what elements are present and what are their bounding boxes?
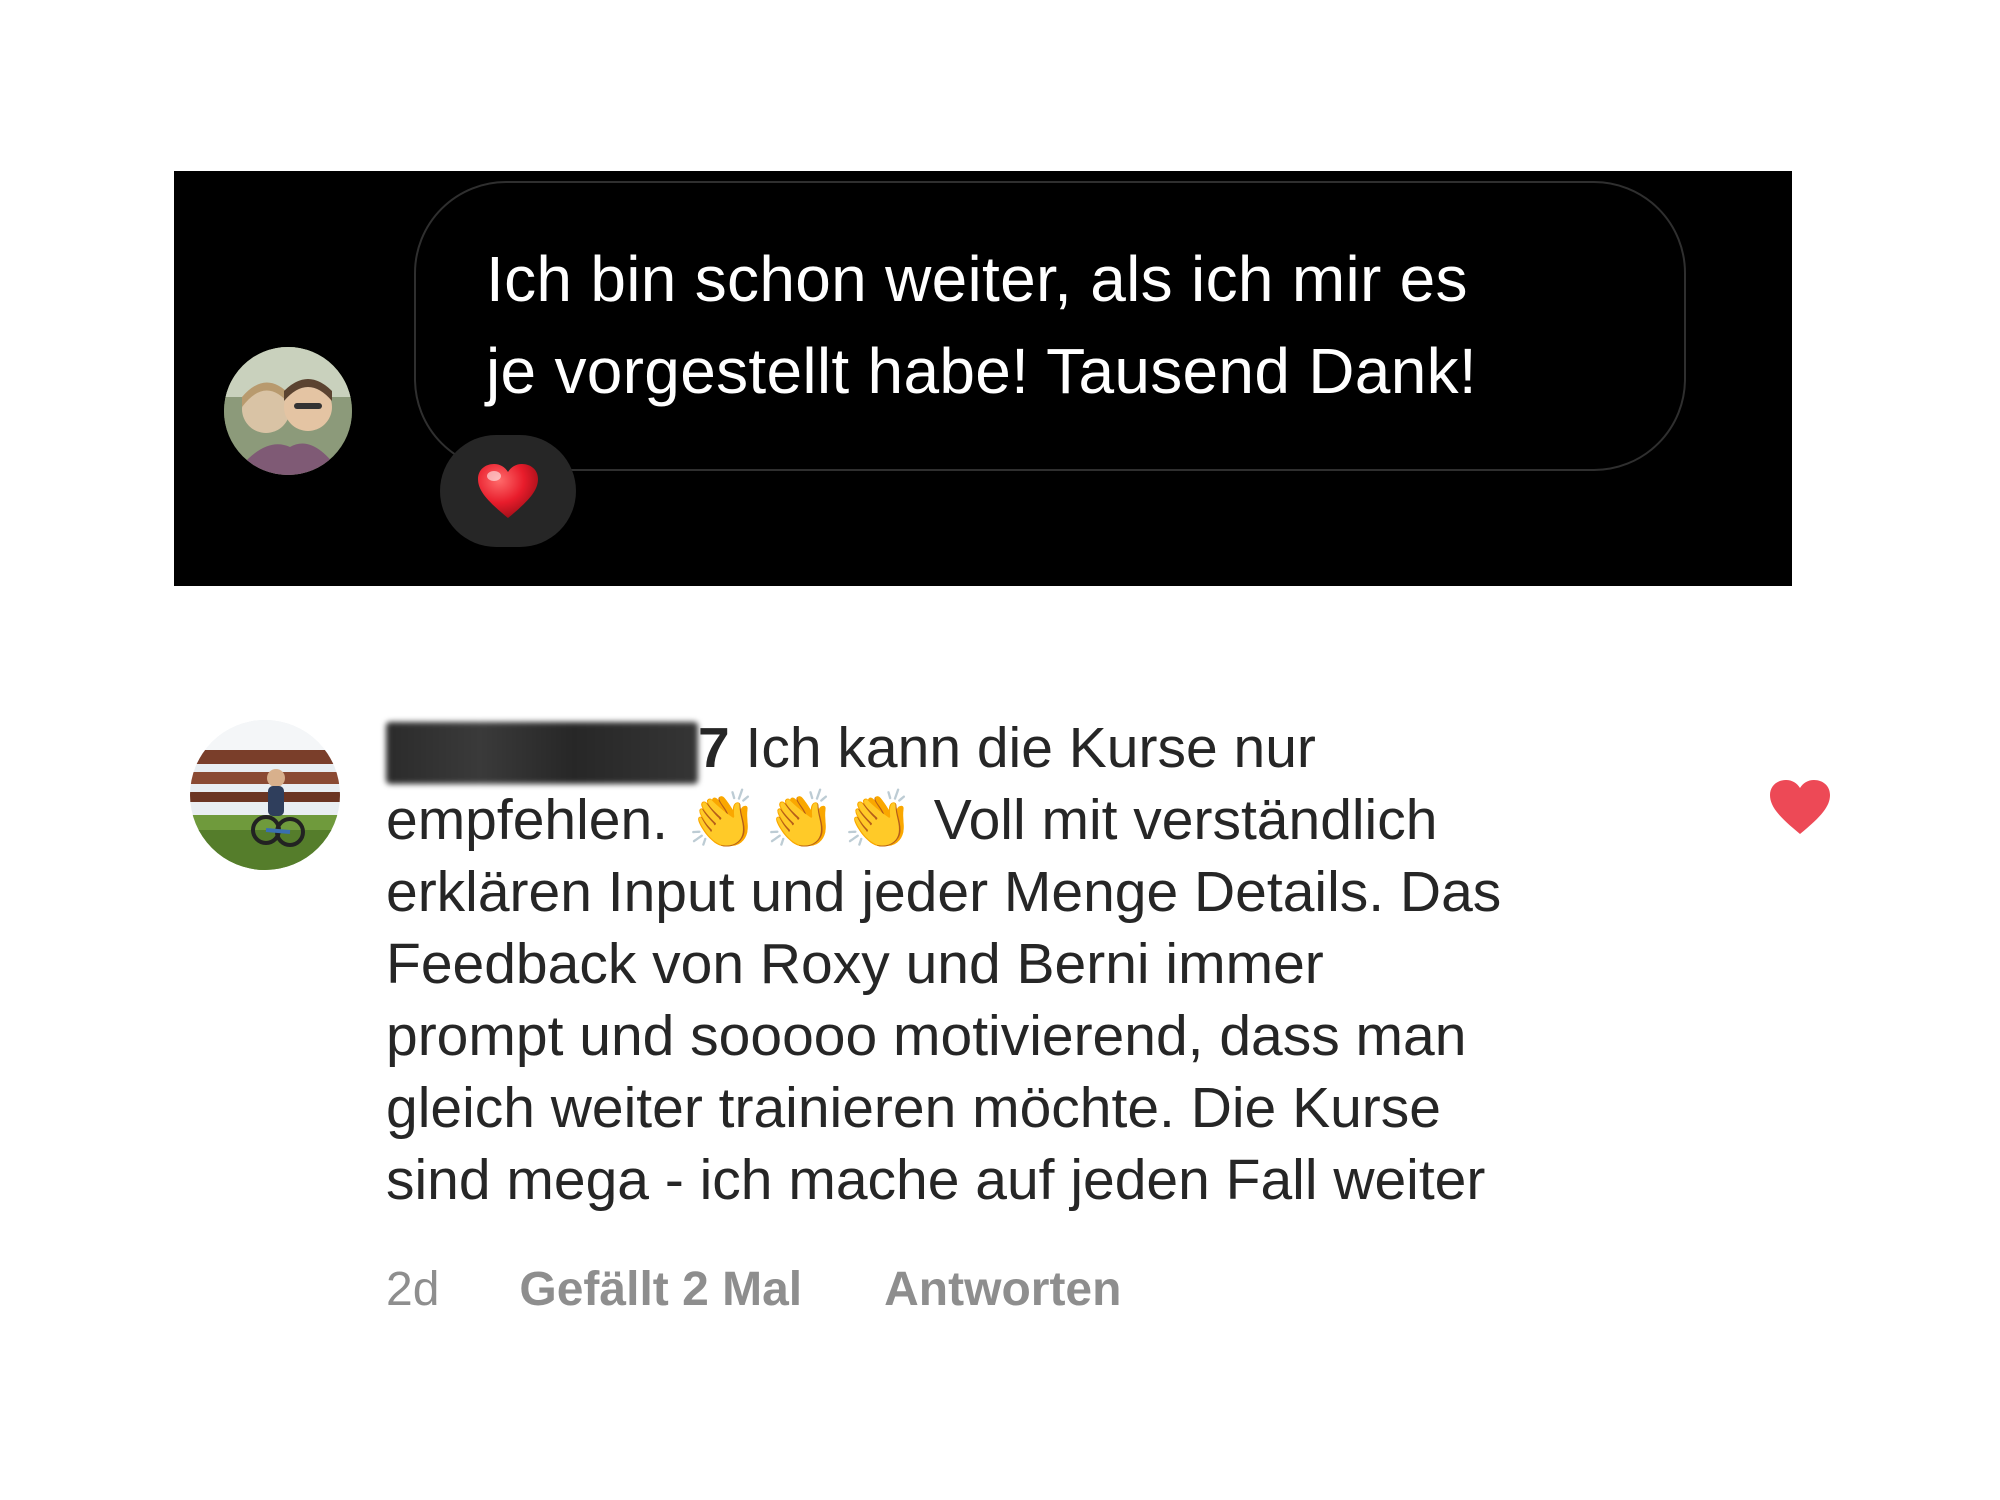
reply-button[interactable]: Antworten bbox=[884, 1262, 1121, 1317]
comment-text-line-6: gleich weiter trainieren möchte. Die Kur… bbox=[386, 1076, 1441, 1140]
like-heart-icon[interactable] bbox=[1768, 778, 1832, 836]
comment-text-line-2-end: Voll mit verständlich bbox=[933, 788, 1438, 852]
message-reaction[interactable] bbox=[440, 435, 576, 547]
direct-message-panel: Ich bin schon weiter, als ich mir es je … bbox=[174, 171, 1792, 586]
comment-meta: 2d Gefällt 2 Mal Antworten bbox=[386, 1262, 1121, 1317]
comment-line-2: empfehlen. 👏 👏 👏 Voll mit verständlich bbox=[386, 784, 1706, 856]
comment-line-1: 7 Ich kann die Kurse nur bbox=[386, 712, 1706, 784]
comment-text-line-2-start: empfehlen. bbox=[386, 788, 669, 852]
screenshot-page: Ich bin schon weiter, als ich mir es je … bbox=[0, 0, 2000, 1500]
username-suffix[interactable]: 7 bbox=[698, 716, 730, 780]
comment-text-line-3: erklären Input und jeder Menge Details. … bbox=[386, 860, 1502, 924]
clap-emoji-icon: 👏 bbox=[687, 787, 759, 853]
message-text: Ich bin schon weiter, als ich mir es je … bbox=[486, 233, 1656, 417]
comment-timestamp: 2d bbox=[386, 1263, 440, 1316]
clap-emoji-icon: 👏 bbox=[843, 787, 915, 853]
dm-sender-avatar[interactable] bbox=[224, 347, 352, 475]
commenter-avatar[interactable] bbox=[190, 720, 340, 870]
comment-body: 7 Ich kann die Kurse nur empfehlen. 👏 👏 👏 … bbox=[386, 712, 1706, 1216]
comment-text-line-5: prompt und sooooo motivierend, dass man bbox=[386, 1004, 1467, 1068]
heart-emoji-icon bbox=[478, 464, 538, 518]
message-line-1: Ich bin schon weiter, als ich mir es bbox=[486, 243, 1468, 315]
comment-text-line-1: Ich kann die Kurse nur bbox=[745, 716, 1316, 780]
likes-count-link[interactable]: Gefällt 2 Mal bbox=[519, 1262, 802, 1317]
comment-text-line-7: sind mega - ich mache auf jeden Fall wei… bbox=[386, 1148, 1486, 1212]
comment-text-line-4: Feedback von Roxy und Berni immer bbox=[386, 932, 1324, 996]
message-bubble[interactable]: Ich bin schon weiter, als ich mir es je … bbox=[414, 181, 1686, 471]
message-line-2: je vorgestellt habe! Tausend Dank! bbox=[486, 335, 1477, 407]
clap-emoji-icon: 👏 bbox=[765, 787, 837, 853]
